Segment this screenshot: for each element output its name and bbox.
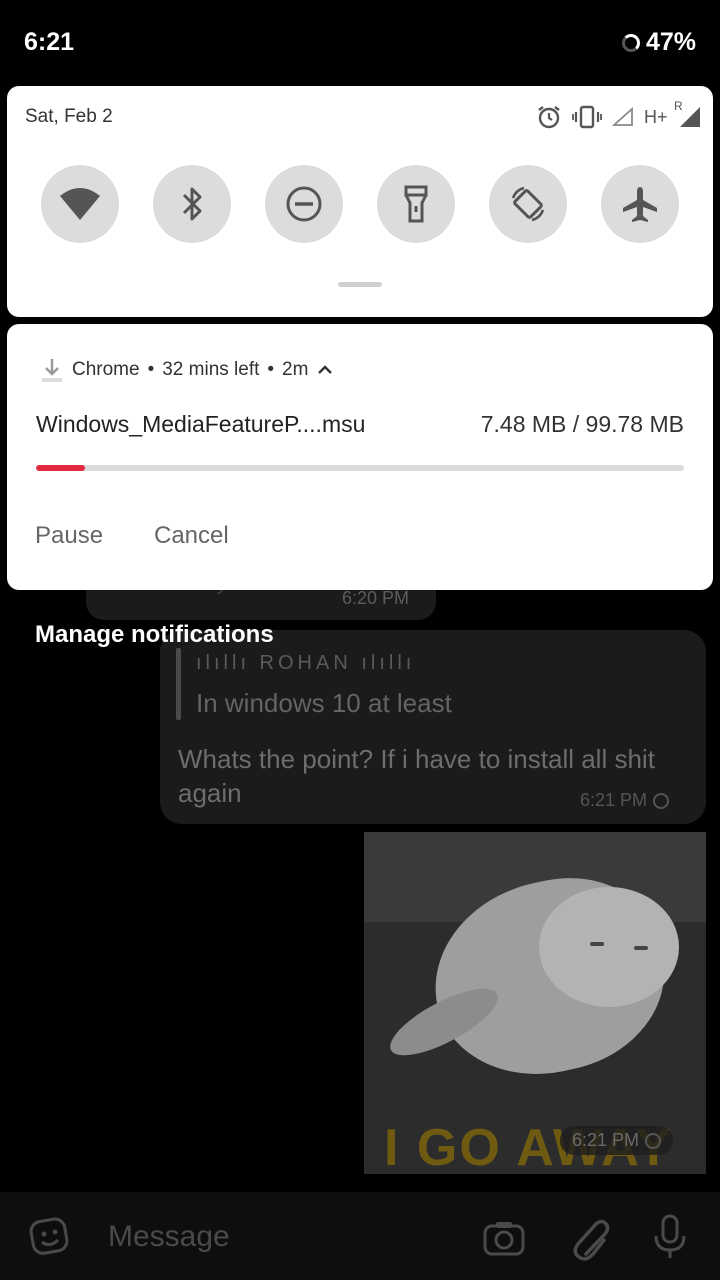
notification-time-left: 32 mins left (162, 359, 260, 380)
qs-expand-handle[interactable] (338, 282, 382, 287)
pause-button[interactable]: Pause (35, 522, 103, 550)
seal-eye (590, 942, 604, 946)
status-battery: 47% (621, 28, 696, 57)
tile-bluetooth[interactable] (153, 165, 231, 243)
quote-author: ılıllı ROHAN ılıllı (196, 652, 416, 674)
quote-bar (176, 648, 181, 720)
roaming-label: R (674, 98, 683, 113)
manage-notifications-button[interactable]: Manage notifications (35, 621, 274, 649)
download-progress-fill (36, 465, 85, 471)
flashlight-icon (404, 185, 428, 223)
tile-wifi[interactable] (41, 165, 119, 243)
microphone-icon[interactable] (652, 1214, 688, 1265)
alarm-icon (538, 106, 560, 129)
message-input[interactable]: Message (108, 1220, 230, 1254)
network-type-label: H+ (644, 106, 668, 127)
clock-icon (645, 1132, 662, 1149)
attach-icon[interactable] (566, 1214, 610, 1267)
quote-text: In windows 10 at least (196, 688, 452, 718)
tile-do-not-disturb[interactable] (265, 165, 343, 243)
tile-auto-rotate[interactable] (489, 165, 567, 243)
notification-app: Chrome (72, 359, 140, 380)
wifi-icon (60, 188, 100, 220)
clock-icon (653, 792, 670, 809)
qs-status-icons: H+ R (536, 99, 702, 130)
download-icon (42, 359, 62, 382)
message-previous-time: 6:20 PM (342, 588, 410, 608)
battery-icon (621, 33, 640, 52)
dnd-icon (286, 186, 322, 222)
separator-dot: • (147, 359, 155, 380)
airplane-icon (623, 187, 657, 222)
network-type: H+ R (644, 99, 683, 128)
bluetooth-icon (182, 187, 202, 221)
notification-header: Chrome • 32 mins left • 2m (40, 356, 334, 384)
message-time-label: 6:21 PM (580, 790, 648, 810)
separator-dot: • (267, 359, 275, 380)
message-time: 6:21 PM (580, 790, 670, 811)
seal-head (539, 887, 679, 1007)
sticker-icon[interactable] (28, 1214, 72, 1263)
photo-time: 6:21 PM (560, 1126, 674, 1155)
seal-eye (634, 946, 648, 950)
vibrate-icon (572, 105, 602, 129)
auto-rotate-icon (511, 186, 545, 222)
chevron-up-icon[interactable] (316, 363, 334, 377)
tile-flashlight[interactable] (377, 165, 455, 243)
camera-icon[interactable] (482, 1216, 526, 1265)
cancel-button[interactable]: Cancel (154, 522, 229, 550)
photo-time-label: 6:21 PM (572, 1130, 640, 1150)
status-time: 6:21 (24, 28, 75, 56)
tile-airplane-mode[interactable] (601, 165, 679, 243)
signal-empty-icon (612, 107, 633, 126)
battery-level: 47% (645, 28, 696, 56)
qs-date[interactable]: Sat, Feb 2 (25, 106, 113, 128)
download-size: 7.48 MB / 99.78 MB (480, 411, 684, 437)
download-filename: Windows_MediaFeatureP....msu (36, 411, 366, 437)
notification-age: 2m (282, 359, 309, 380)
download-progress-bar (36, 465, 684, 471)
